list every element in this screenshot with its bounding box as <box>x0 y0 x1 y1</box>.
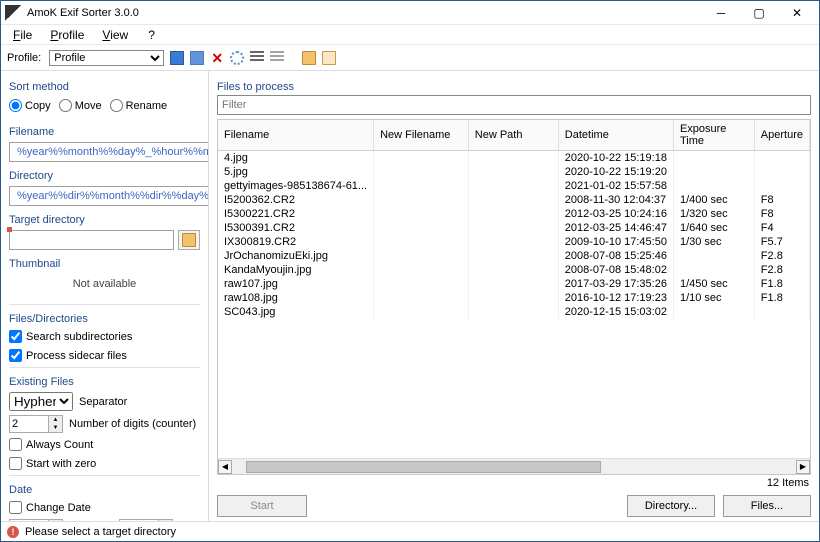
sort-method-heading: Sort method <box>9 81 200 93</box>
directory-pattern[interactable]: %year%%dir%%month%%dir%%day% <box>9 186 209 206</box>
close-button[interactable]: ✕ <box>779 2 815 24</box>
col-aperture[interactable]: Aperture <box>754 120 809 151</box>
profile-label: Profile: <box>7 52 41 64</box>
window-title: AmoK Exif Sorter 3.0.0 <box>27 7 703 19</box>
col-newpath[interactable]: New Path <box>468 120 558 151</box>
table-row[interactable]: IX300819.CR22009-10-10 17:45:501/30 secF… <box>218 235 810 249</box>
menubar: File Profile View ? <box>1 25 819 45</box>
filename-label: Filename <box>9 126 200 138</box>
folder-open-icon[interactable] <box>322 51 336 65</box>
target-directory-input[interactable] <box>9 230 174 250</box>
files-table[interactable]: Filename New Filename New Path Datetime … <box>218 120 810 319</box>
radio-copy[interactable]: Copy <box>9 99 51 112</box>
save-icon[interactable] <box>170 51 184 65</box>
item-count: 12 Items <box>217 475 811 495</box>
check-always-count[interactable]: Always Count <box>9 437 200 452</box>
target-directory-label: Target directory <box>9 214 200 226</box>
col-filename[interactable]: Filename <box>218 120 374 151</box>
date-heading: Date <box>9 484 200 496</box>
digits-label: Number of digits (counter) <box>69 418 196 430</box>
radio-move[interactable]: Move <box>59 99 102 112</box>
table-row[interactable]: I5300221.CR22012-03-25 10:24:161/320 sec… <box>218 207 810 221</box>
scroll-left-icon[interactable]: ◀ <box>218 460 232 474</box>
col-exposure[interactable]: Exposure Time <box>673 120 754 151</box>
directory-button[interactable]: Directory... <box>627 495 715 517</box>
view-icon[interactable] <box>250 51 264 65</box>
start-button[interactable]: Start <box>217 495 307 517</box>
menu-help[interactable]: ? <box>140 26 163 44</box>
error-icon: ! <box>7 526 19 538</box>
col-newfilename[interactable]: New Filename <box>374 120 469 151</box>
table-row[interactable]: KandaMyoujin.jpg2008-07-08 15:48:02F2.8 <box>218 263 810 277</box>
files-heading: Files to process <box>217 81 811 93</box>
menu-view[interactable]: View <box>94 26 136 44</box>
content-area: Files to process Filename New Filename N… <box>209 71 819 521</box>
table-row[interactable]: SC043.jpg2020-12-15 15:03:02 <box>218 305 810 319</box>
scroll-right-icon[interactable]: ▶ <box>796 460 810 474</box>
folder-icon <box>182 233 196 247</box>
radio-rename[interactable]: Rename <box>110 99 168 112</box>
profile-toolbar: Profile: Profile ✕ <box>1 45 819 71</box>
view2-icon[interactable] <box>270 51 284 65</box>
col-datetime[interactable]: Datetime <box>558 120 673 151</box>
horizontal-scrollbar[interactable]: ◀ ▶ <box>218 458 810 474</box>
separator-select[interactable]: Hyphen(-) <box>9 392 73 411</box>
settings-icon[interactable] <box>230 51 244 65</box>
save-as-icon[interactable] <box>190 51 204 65</box>
table-row[interactable]: raw108.jpg2016-10-12 17:19:231/10 secF1.… <box>218 291 810 305</box>
target-browse-button[interactable] <box>178 230 200 250</box>
titlebar: AmoK Exif Sorter 3.0.0 ─ ▢ ✕ <box>1 1 819 25</box>
table-row[interactable]: 5.jpg2020-10-22 15:19:20 <box>218 165 810 179</box>
table-row[interactable]: 4.jpg2020-10-22 15:19:18 <box>218 151 810 166</box>
minimize-button[interactable]: ─ <box>703 2 739 24</box>
maximize-button[interactable]: ▢ <box>741 2 777 24</box>
check-start-with-zero[interactable]: Start with zero <box>9 456 200 471</box>
profile-select[interactable]: Profile <box>49 50 164 66</box>
menu-profile[interactable]: Profile <box>42 26 92 44</box>
files-dirs-heading: Files/Directories <box>9 313 200 325</box>
folder-icon[interactable] <box>302 51 316 65</box>
filter-input[interactable] <box>217 95 811 115</box>
statusbar: ! Please select a target directory <box>1 521 819 541</box>
check-process-sidecar[interactable]: Process sidecar files <box>9 348 200 363</box>
thumbnail-preview: Not available <box>9 278 200 290</box>
table-row[interactable]: I5300391.CR22012-03-25 14:46:471/640 sec… <box>218 221 810 235</box>
thumbnail-heading: Thumbnail <box>9 258 200 270</box>
check-search-subdirectories[interactable]: Search subdirectories <box>9 329 200 344</box>
app-icon <box>5 5 21 21</box>
check-change-date[interactable]: Change Date <box>9 500 200 515</box>
existing-files-heading: Existing Files <box>9 376 200 388</box>
status-message: Please select a target directory <box>25 526 176 538</box>
table-row[interactable]: gettyimages-985138674-61...2021-01-02 15… <box>218 179 810 193</box>
sidebar: Sort method Copy Move Rename Filename %y… <box>1 71 209 521</box>
table-row[interactable]: I5200362.CR22008-11-30 12:04:371/400 sec… <box>218 193 810 207</box>
filename-pattern[interactable]: %year%%month%%day%_%hour%%min <box>9 142 209 162</box>
menu-file[interactable]: File <box>5 26 40 44</box>
digits-spinner[interactable]: ▲▼ <box>9 415 63 433</box>
separator-label: Separator <box>79 396 127 408</box>
delete-icon[interactable]: ✕ <box>210 51 224 65</box>
table-row[interactable]: JrOchanomizuEki.jpg2008-07-08 15:25:46F2… <box>218 249 810 263</box>
directory-label: Directory <box>9 170 200 182</box>
table-row[interactable]: raw107.jpg2017-03-29 17:35:261/450 secF1… <box>218 277 810 291</box>
files-button[interactable]: Files... <box>723 495 811 517</box>
